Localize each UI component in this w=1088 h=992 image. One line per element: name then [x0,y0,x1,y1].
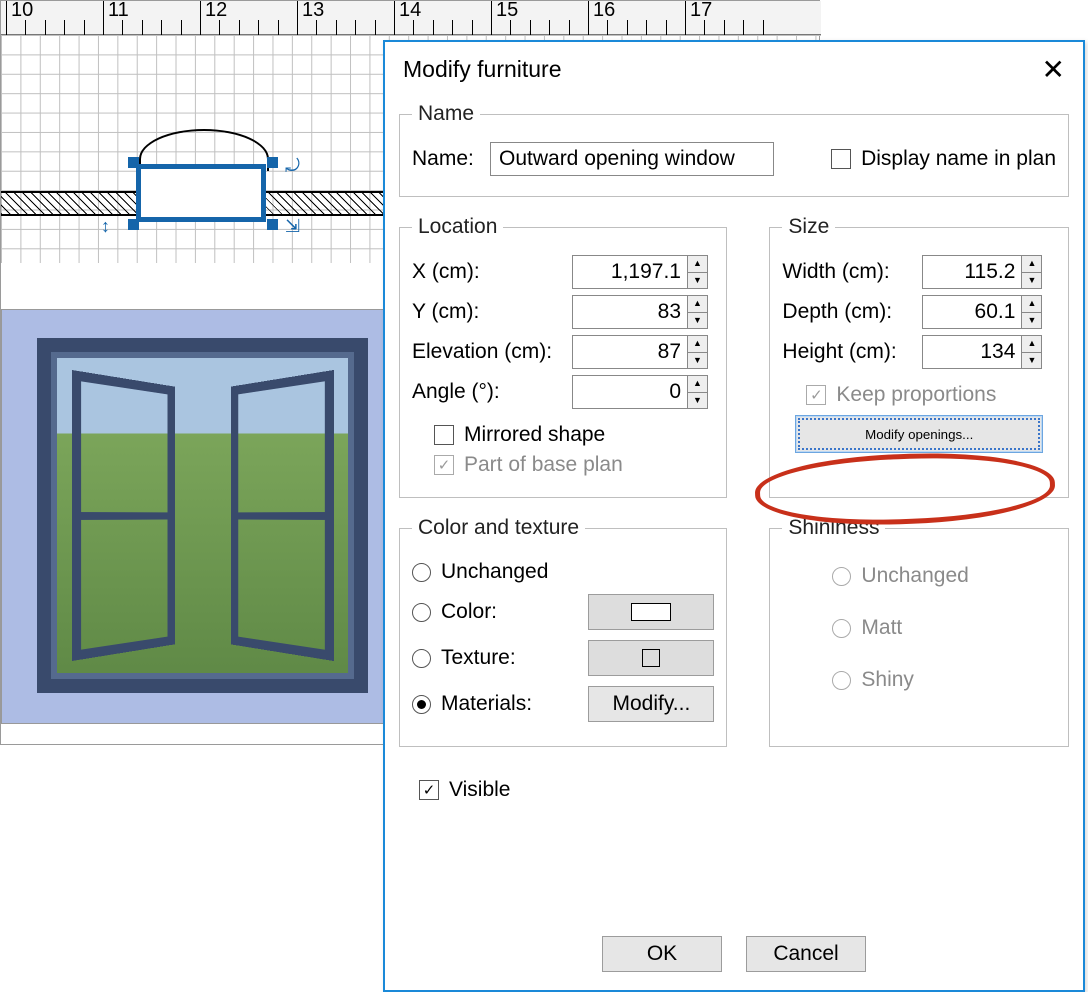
ruler-mark: 17 [690,0,712,22]
shininess-legend: Shininess [782,516,885,540]
width-input[interactable] [922,255,1022,289]
modify-furniture-dialog: Modify furniture ✕ Name Name: Display na… [383,40,1085,992]
location-group: Location X (cm): ▲▼ Y (cm): ▲▼ Elevation… [399,215,727,498]
shininess-matt-label: Matt [861,616,902,640]
cancel-button[interactable]: Cancel [746,936,866,972]
color-unchanged-radio[interactable]: Unchanged [412,560,548,584]
elevation-label: Elevation (cm): [412,340,562,364]
3d-preview [1,309,404,724]
name-input[interactable] [490,142,774,176]
width-spinner[interactable]: ▲▼ [922,255,1042,289]
dialog-titlebar[interactable]: Modify furniture ✕ [385,42,1083,96]
elevation-input[interactable] [572,335,688,369]
shininess-group: Shininess Unchanged Matt [769,516,1069,747]
name-group: Name Name: Display name in plan [399,102,1069,197]
materials-modify-button[interactable]: Modify... [588,686,714,722]
base-plan-checkbox: ✓ Part of base plan [434,453,623,477]
texture-swatch-button[interactable] [588,640,714,676]
location-legend: Location [412,215,503,239]
mirrored-checkbox[interactable]: Mirrored shape [434,423,605,447]
color-texture-legend: Color and texture [412,516,585,540]
name-legend: Name [412,102,480,126]
materials-radio[interactable]: Materials: [412,692,532,716]
x-spinner[interactable]: ▲▼ [572,255,708,289]
display-name-label: Display name in plan [861,147,1056,171]
ruler-mark: 15 [496,0,518,22]
base-plan-label: Part of base plan [464,453,623,477]
elevation-spinner[interactable]: ▲▼ [572,335,708,369]
display-name-checkbox[interactable]: Display name in plan [831,147,1056,171]
x-label: X (cm): [412,260,562,284]
color-label: Color: [441,600,497,624]
shininess-unchanged-radio: Unchanged [832,564,968,588]
color-swatch-button[interactable] [588,594,714,630]
keep-proportions-label: Keep proportions [836,383,996,407]
ruler-mark: 14 [399,0,421,22]
modify-openings-button[interactable]: Modify openings... [795,415,1043,453]
y-label: Y (cm): [412,300,562,324]
depth-spinner[interactable]: ▲▼ [922,295,1042,329]
height-label: Height (cm): [782,340,912,364]
close-icon[interactable]: ✕ [1042,53,1065,86]
size-legend: Size [782,215,835,239]
ok-button[interactable]: OK [602,936,722,972]
materials-label: Materials: [441,692,532,716]
mirrored-label: Mirrored shape [464,423,605,447]
angle-spinner[interactable]: ▲▼ [572,375,708,409]
texture-radio[interactable]: Texture: [412,646,516,670]
shininess-shiny-radio: Shiny [832,668,914,692]
texture-label: Texture: [441,646,516,670]
color-texture-group: Color and texture Unchanged Color: Tex [399,516,727,747]
color-radio[interactable]: Color: [412,600,497,624]
ruler-mark: 13 [302,0,324,22]
size-group: Size Width (cm): ▲▼ Depth (cm): ▲▼ Heigh… [769,215,1069,498]
dialog-title: Modify furniture [403,56,562,83]
keep-proportions-checkbox: ✓ Keep proportions [806,383,996,407]
y-input[interactable] [572,295,688,329]
depth-label: Depth (cm): [782,300,912,324]
depth-input[interactable] [922,295,1022,329]
ruler-mark: 12 [205,0,227,22]
visible-checkbox[interactable]: ✓ Visible [419,778,510,802]
x-input[interactable] [572,255,688,289]
shininess-shiny-label: Shiny [861,668,914,692]
height-input[interactable] [922,335,1022,369]
angle-input[interactable] [572,375,688,409]
shininess-unchanged-label: Unchanged [861,564,968,588]
ruler-mark: 10 [11,0,33,22]
color-unchanged-label: Unchanged [441,560,548,584]
y-spinner[interactable]: ▲▼ [572,295,708,329]
width-label: Width (cm): [782,260,912,284]
name-label: Name: [412,147,480,171]
shininess-matt-radio: Matt [832,616,902,640]
angle-label: Angle (°): [412,380,562,404]
ruler-mark: 16 [593,0,615,22]
ruler-mark: 11 [108,0,129,22]
ruler: 10 11 12 13 14 15 16 17 [1,1,821,35]
visible-label: Visible [449,778,510,802]
height-spinner[interactable]: ▲▼ [922,335,1042,369]
